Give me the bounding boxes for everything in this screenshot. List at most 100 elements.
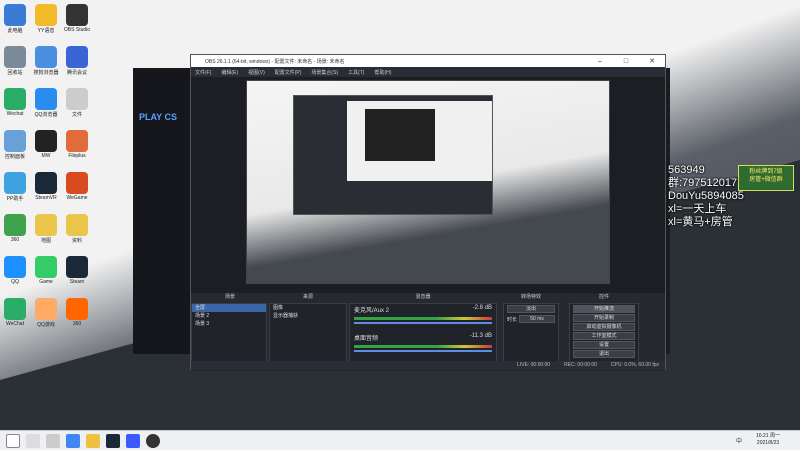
- desktop-icon[interactable]: 此电脑: [0, 4, 30, 34]
- desktop-icon[interactable]: 控制面板: [0, 130, 30, 160]
- start-icon[interactable]: [6, 433, 20, 448]
- close-button[interactable]: ✕: [639, 55, 665, 67]
- obs-window[interactable]: OBS 26.1.1 (64-bit, windows) - 配置文件: 未命名…: [190, 54, 666, 371]
- menu-item[interactable]: 视图(V): [248, 69, 265, 76]
- badge-line-1: 粉丝牌到7级: [749, 169, 783, 175]
- sources-dock-title: 来源: [302, 294, 313, 300]
- source-item[interactable]: 显示器捕获: [270, 312, 346, 320]
- scene-item[interactable]: 全屏: [192, 304, 266, 312]
- task-view-icon[interactable]: [46, 433, 60, 448]
- duration-input[interactable]: 50 ms: [519, 315, 555, 323]
- desktop-icon-label: QQ: [11, 279, 19, 285]
- volume-slider[interactable]: [354, 322, 492, 324]
- maximize-button[interactable]: □: [613, 55, 639, 67]
- desktop-icon[interactable]: Game: [31, 256, 61, 285]
- desktop-icon-label: QQ浏览器: [34, 112, 58, 118]
- control-button[interactable]: 开始录制: [573, 314, 635, 322]
- fan-badge: 粉丝牌到7级 房管+微信群: [738, 165, 794, 191]
- app-icon: [66, 172, 88, 194]
- chrome-icon[interactable]: [66, 433, 80, 448]
- desktop-icon[interactable]: 地图: [31, 214, 61, 244]
- file-explorer-icon[interactable]: [86, 433, 100, 448]
- desktop-icon-label: Fileplus: [68, 153, 86, 159]
- desktop-icon-label: 回收站: [7, 70, 23, 76]
- desktop-icon[interactable]: QQ游戏: [31, 298, 61, 328]
- scene-item[interactable]: 场景 3: [192, 320, 266, 328]
- minimize-button[interactable]: –: [587, 55, 613, 67]
- desktop-icon-label: 文件: [71, 112, 82, 118]
- app-icon: [35, 172, 57, 194]
- source-item[interactable]: 图像: [270, 304, 346, 312]
- menu-item[interactable]: 帮助(H): [374, 69, 391, 76]
- desktop-icon[interactable]: YY语音: [31, 4, 61, 34]
- scenes-panel: 全屏 场景 2 场景 3: [191, 303, 267, 369]
- desktop-icon[interactable]: WeChat: [0, 298, 30, 327]
- scene-item[interactable]: 场景 2: [192, 312, 266, 320]
- mixer-channel-db: -11.3 dB: [469, 333, 492, 339]
- clock[interactable]: 16:21 周一 2021/8/23: [756, 433, 780, 447]
- control-button[interactable]: 设置: [573, 341, 635, 349]
- desktop-icon[interactable]: 360: [0, 214, 30, 243]
- obs-titlebar[interactable]: OBS 26.1.1 (64-bit, windows) - 配置文件: 未命名…: [191, 55, 665, 67]
- mixer-panel: 麦克风/Aux 2 -2.8 dB 桌面音频 -11.3 dB: [349, 303, 497, 369]
- menu-item[interactable]: 编辑(E): [221, 69, 238, 76]
- mixer-channel: 麦克风/Aux 2 -2.8 dB: [350, 304, 496, 324]
- steam-icon[interactable]: [106, 433, 120, 448]
- app-icon: [4, 298, 26, 320]
- desktop-icon[interactable]: 资料: [62, 214, 92, 244]
- desktop-icon[interactable]: PP助手: [0, 172, 30, 202]
- obs-taskbar-icon[interactable]: [146, 433, 160, 448]
- ime-indicator[interactable]: 中: [736, 436, 742, 445]
- desktop-icon-label: 资料: [71, 238, 82, 244]
- desktop-icon-label: 控制面板: [4, 154, 25, 160]
- app-icon[interactable]: [126, 433, 140, 448]
- desktop-icon[interactable]: 回收站: [0, 46, 30, 76]
- controls-dock-title: 控件: [598, 294, 609, 300]
- desktop-icon-label: 360: [72, 321, 82, 327]
- transition-select[interactable]: 淡出: [507, 305, 555, 313]
- app-icon: [4, 4, 26, 26]
- desktop-icon[interactable]: 360: [62, 298, 92, 327]
- docks-area: 场景 来源 混音器 转场特效 控件 全屏 场景 2 场景 3 图像 显示器捕获 麦克风…: [191, 293, 665, 371]
- desktop-icon[interactable]: 文件: [62, 88, 92, 118]
- desktop-icon-label: OBS Studio: [63, 27, 91, 33]
- desktop-icon[interactable]: SteamVR: [31, 172, 61, 201]
- menu-item[interactable]: 场景集合(S): [311, 69, 338, 76]
- desktop-icon[interactable]: Wechat: [0, 88, 30, 117]
- control-button[interactable]: 工作室模式: [573, 332, 635, 340]
- app-icon: [35, 130, 57, 152]
- app-icon: [4, 256, 26, 278]
- volume-slider[interactable]: [354, 350, 492, 352]
- volume-meter: [354, 317, 492, 320]
- desktop-icon-label: 地图: [40, 238, 51, 244]
- control-button[interactable]: 退出: [573, 350, 635, 358]
- desktop-icon[interactable]: Fileplus: [62, 130, 92, 159]
- control-button[interactable]: 启动虚拟摄像机: [573, 323, 635, 331]
- menu-item[interactable]: 工具(T): [348, 69, 364, 76]
- desktop-icon[interactable]: MW: [31, 130, 61, 159]
- desktop-icon[interactable]: 腾讯会议: [62, 46, 92, 76]
- search-icon[interactable]: [26, 433, 40, 448]
- desktop-icon[interactable]: WeGame: [62, 172, 92, 201]
- menu-item[interactable]: 配置文件(P): [275, 69, 302, 76]
- game-launcher-window[interactable]: PLAY CS: [133, 68, 191, 354]
- app-icon: [4, 172, 26, 194]
- volume-meter: [354, 345, 492, 348]
- app-icon: [35, 298, 57, 320]
- desktop-icon[interactable]: QQ浏览器: [31, 88, 61, 118]
- app-icon: [4, 88, 26, 110]
- app-icon: [66, 4, 88, 26]
- mixer-dock-title: 混音器: [415, 294, 431, 300]
- menu-item[interactable]: 文件(F): [195, 69, 211, 76]
- desktop-icon-label: 腾讯会议: [66, 70, 87, 76]
- desktop-icon[interactable]: QQ: [0, 256, 30, 285]
- desktop-icon[interactable]: OBS Studio: [62, 4, 92, 33]
- launcher-title: PLAY CS: [139, 112, 178, 122]
- desktop-icon[interactable]: Steam: [62, 256, 92, 285]
- desktop-icon[interactable]: 搜狗浏览器: [31, 46, 61, 76]
- mixer-channel-db: -2.8 dB: [472, 305, 492, 311]
- desktop-icon-label: MW: [41, 153, 51, 159]
- scenes-dock-title: 场景: [224, 294, 235, 300]
- control-button[interactable]: 开始推流: [573, 305, 635, 313]
- transitions-dock-title: 转场特效: [520, 294, 541, 300]
